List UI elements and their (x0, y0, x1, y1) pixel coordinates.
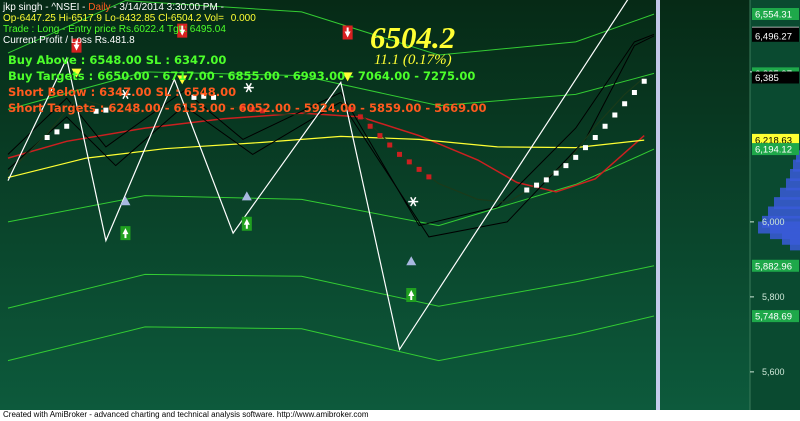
price-change: 11.1 (0.17%) (374, 52, 452, 68)
volume-profile-bar-11 (790, 238, 800, 251)
trail-dot-23 (553, 170, 559, 176)
trail-dot-12 (357, 114, 363, 120)
trail-dot-15 (387, 142, 393, 148)
trail-dot-21 (534, 182, 540, 188)
svg-text:6,385: 6,385 (755, 73, 779, 84)
value-label-7: 6,194.12 (752, 143, 799, 156)
trail-dot-24 (563, 163, 569, 169)
y-tick-label-3: 5,800 (762, 292, 785, 302)
header-pnl: Current Profit / Loss Rs.481.8 (3, 35, 135, 46)
trail-dot-0 (44, 135, 50, 140)
value-label-0: 6,554.31 (752, 8, 799, 21)
y-tick-label-2: 6,000 (762, 217, 785, 227)
trail-dot-1 (54, 129, 60, 135)
trail-dot-20 (524, 187, 530, 193)
trail-dot-27 (592, 135, 598, 140)
header-symbol-text: jkp singh - ^NSEI - (3, 2, 89, 13)
header-trade: Trade : Long - Entry price Rs.6022.4 Tgt… (3, 24, 226, 35)
value-label-5: 6,385 (752, 71, 799, 84)
trail-dot-16 (397, 151, 403, 157)
svg-text:6,496.27: 6,496.27 (755, 31, 792, 42)
last-price: 6504.2 (370, 20, 456, 55)
trail-dot-31 (631, 90, 637, 95)
short-below-signal: Short Below : 6347.00 SL : 6548.00 (8, 85, 237, 99)
svg-text:5,882.96: 5,882.96 (755, 261, 792, 272)
buy-arrow-marker-10 (241, 216, 252, 231)
header-date: - 3/14/2014 3:30:00 PM - (110, 2, 224, 13)
trail-dot-18 (416, 166, 422, 172)
trail-dot-25 (573, 154, 579, 160)
trail-dot-17 (406, 159, 412, 165)
trail-dot-32 (641, 78, 647, 84)
value-label-3: 6,496.27 (752, 29, 799, 42)
svg-text:5,748.69: 5,748.69 (755, 312, 792, 323)
y-tick-label-4: 5,600 (762, 367, 785, 377)
header-line-ohlc: Op-6447.25 Hi-6517.9 Lo-6432.85 Cl-6504.… (3, 13, 256, 24)
trail-dot-19 (426, 174, 432, 180)
header-line-symbol: jkp singh - ^NSEI - Daily - 3/14/2014 3:… (3, 2, 224, 13)
trail-dot-30 (622, 101, 628, 107)
trail-dot-22 (543, 177, 549, 183)
buy-targets-signal: Buy Targets : 6650.00 - 6717.00 - 6855.0… (8, 69, 476, 83)
trail-dot-2 (64, 123, 70, 129)
buy-above-signal: Buy Above : 6548.00 SL : 6347.00 (8, 53, 227, 67)
header-interval: Daily (88, 2, 111, 13)
chart-window: 6,4006,0005,8005,6006,554.316,504.26,502… (0, 0, 800, 421)
buy-arrow-marker-9 (120, 226, 131, 241)
value-label-9: 5,748.69 (752, 310, 799, 323)
trail-dot-29 (612, 112, 618, 118)
short-targets-signal: Short Targets : 6248.00 - 6153.00 - 6052… (8, 101, 487, 115)
svg-text:6,194.12: 6,194.12 (755, 145, 792, 156)
header-volume: 0.000 (230, 13, 256, 24)
sell-arrow-marker-2 (342, 25, 353, 40)
svg-text:6,554.31: 6,554.31 (755, 10, 792, 21)
value-label-8: 5,882.96 (752, 259, 799, 272)
buy-arrow-marker-11 (406, 288, 417, 302)
footer-credit: Created with AmiBroker - advanced charti… (3, 410, 369, 419)
trail-dot-14 (377, 133, 383, 139)
current-bar-cursor[interactable] (656, 0, 660, 410)
header-ohlc: Op-6447.25 Hi-6517.9 Lo-6432.85 Cl-6504.… (3, 13, 224, 24)
trail-dot-28 (602, 123, 608, 129)
trail-dot-13 (367, 123, 373, 129)
trail-dot-26 (582, 145, 588, 151)
